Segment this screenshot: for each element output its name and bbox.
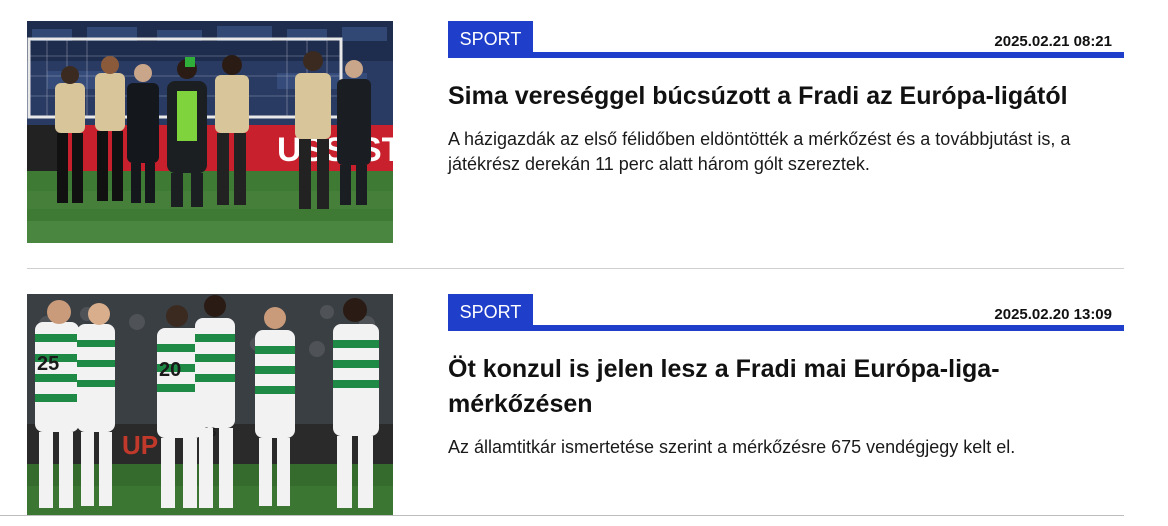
article-meta: SPORT 2025.02.20 13:09 <box>448 294 1124 332</box>
photo-players-celebrating: UP 25 20 <box>27 294 393 516</box>
svg-text:20: 20 <box>159 359 181 381</box>
category-tag[interactable]: SPORT <box>448 294 533 331</box>
article-content: SPORT 2025.02.21 08:21 Sima vereséggel b… <box>448 21 1124 177</box>
category-tag[interactable]: SPORT <box>448 21 533 58</box>
article-title[interactable]: Öt konzul is jelen lesz a Fradi mai Euró… <box>448 352 1068 422</box>
article-divider <box>27 268 1124 269</box>
article-thumbnail[interactable]: UP 25 20 <box>27 294 393 516</box>
article-meta: SPORT 2025.02.21 08:21 <box>448 21 1124 59</box>
photo-players-walking: USS ST <box>27 21 393 243</box>
svg-text:UP: UP <box>122 430 158 460</box>
category-rule <box>448 325 1124 331</box>
article-date: 2025.02.21 08:21 <box>994 33 1112 50</box>
article-divider-bottom <box>0 515 1124 516</box>
article-content: SPORT 2025.02.20 13:09 Öt konzul is jele… <box>448 294 1124 460</box>
article-lead: Az államtitkár ismertetése szerint a mér… <box>448 437 1016 457</box>
article-title[interactable]: Sima vereséggel búcsúzott a Fradi az Eur… <box>448 79 1068 114</box>
category-rule <box>448 52 1124 58</box>
svg-text:25: 25 <box>37 353 59 375</box>
article-thumbnail[interactable]: USS ST <box>27 21 393 243</box>
article-date: 2025.02.20 13:09 <box>994 306 1112 323</box>
article-lead: A házigazdák az első félidőben eldöntött… <box>448 129 1071 174</box>
